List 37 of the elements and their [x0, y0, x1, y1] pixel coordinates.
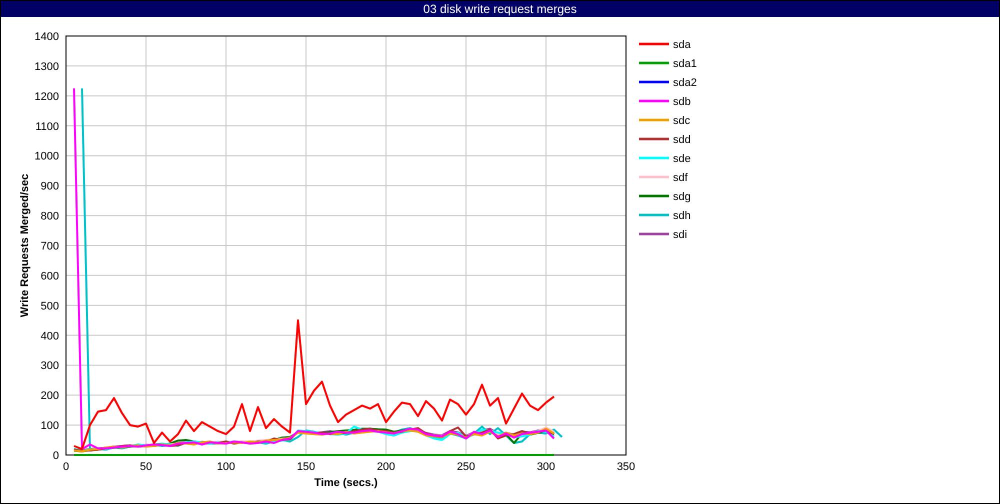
x-tick-label: 50: [140, 461, 152, 473]
y-tick-label: 1000: [34, 150, 59, 163]
x-tick-label: 0: [62, 461, 70, 473]
legend-label: sde: [673, 153, 691, 165]
legend-label: sdc: [673, 115, 690, 127]
x-tick-label: 200: [376, 461, 396, 473]
y-tick-label: 700: [40, 240, 59, 252]
x-tick-label: 350: [616, 461, 636, 473]
y-tick-label: 1400: [34, 31, 59, 43]
y-tick-label: 200: [40, 390, 59, 402]
legend-label: sdf: [673, 172, 688, 184]
legend-label: sdi: [673, 229, 688, 241]
chart-title: 03 disk write request merges: [423, 1, 577, 17]
y-tick-label: 800: [40, 210, 59, 223]
legend-label: sdd: [673, 134, 691, 146]
y-axis-label: Write Requests Merged/sec: [19, 174, 31, 318]
x-tick-label: 300: [536, 461, 556, 473]
legend-label: sdg: [673, 191, 691, 203]
legend-label: sda: [673, 39, 691, 51]
x-tick-label: 250: [456, 461, 476, 473]
x-tick-label: 100: [216, 461, 236, 473]
legend-label: sda1: [673, 58, 697, 70]
y-tick-label: 1100: [35, 120, 59, 133]
y-tick-label: 300: [40, 360, 59, 372]
y-tick-label: 1200: [34, 90, 59, 103]
y-tick-label: 100: [40, 420, 59, 432]
y-tick-label: 900: [40, 180, 59, 193]
y-tick-label: 400: [40, 330, 59, 342]
y-tick-label: 500: [40, 300, 59, 312]
y-tick-label: 600: [40, 270, 59, 282]
legend-label: sda2: [673, 77, 697, 89]
legend-label: sdb: [673, 96, 691, 108]
x-tick-label: 150: [296, 461, 316, 473]
legend-label: sdh: [673, 210, 691, 222]
x-axis-label: Time (secs.): [314, 477, 378, 489]
y-tick-label: 1300: [34, 60, 59, 73]
y-tick-label: 0: [52, 450, 59, 462]
